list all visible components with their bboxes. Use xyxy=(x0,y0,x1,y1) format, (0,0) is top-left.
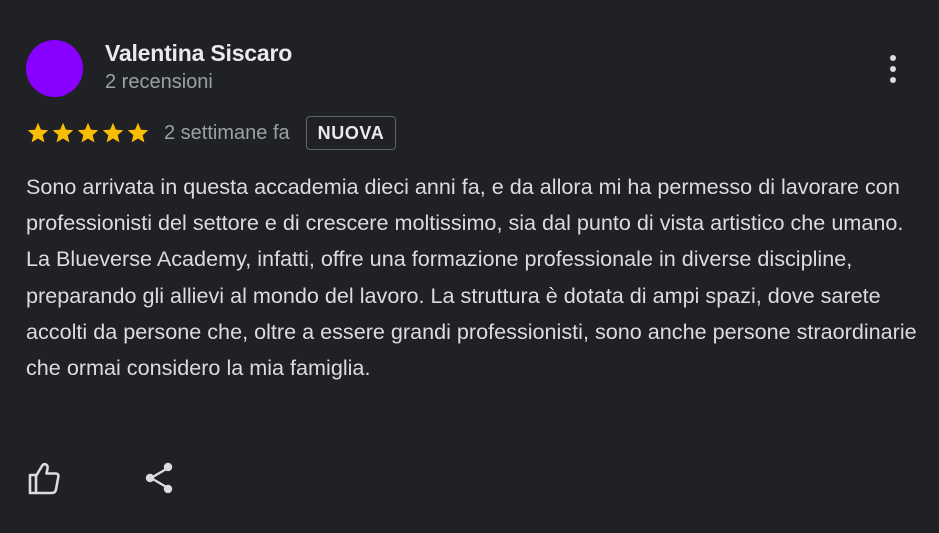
star-icon xyxy=(102,122,124,143)
author-review-count[interactable]: 2 recensioni xyxy=(105,71,213,94)
share-icon xyxy=(145,462,173,494)
new-badge: NUOVA xyxy=(305,116,397,150)
star-icon xyxy=(52,122,74,143)
star-rating xyxy=(26,121,150,145)
share-button[interactable] xyxy=(140,458,180,498)
rating-row: 2 settimane fa NUOVA xyxy=(26,114,397,152)
author-name[interactable]: Valentina Siscaro xyxy=(105,40,292,67)
star-icon xyxy=(77,122,99,143)
thumb-up-icon xyxy=(28,462,60,495)
more-options-button[interactable] xyxy=(878,50,908,88)
star-icon xyxy=(27,122,49,143)
review-text: Sono arrivata in questa accademia dieci … xyxy=(26,174,917,381)
star-icon xyxy=(127,122,149,143)
like-button[interactable] xyxy=(24,458,64,498)
more-vert-icon xyxy=(890,55,896,83)
review-time: 2 settimane fa xyxy=(164,121,290,144)
avatar[interactable] xyxy=(26,40,83,97)
